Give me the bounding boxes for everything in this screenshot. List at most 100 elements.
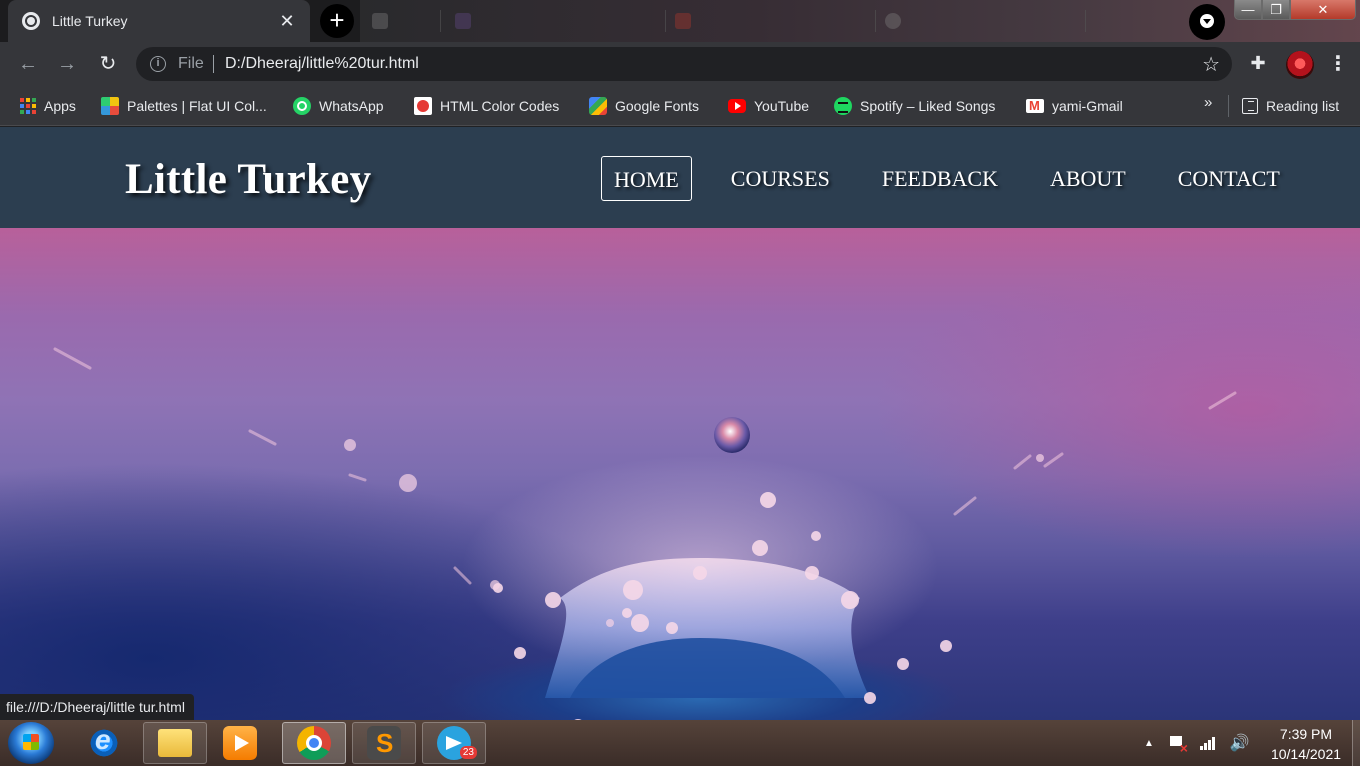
bookmark-label: Palettes | Flat UI Col... (127, 98, 267, 114)
bookmark-label: yami-Gmail (1052, 98, 1123, 114)
close-tab-icon[interactable]: ✕ (278, 11, 296, 32)
bookmark-label: WhatsApp (319, 98, 384, 114)
tab-favicon-icon (372, 13, 388, 29)
active-tab[interactable]: Little Turkey ✕ (8, 0, 310, 42)
media-player-icon (223, 726, 257, 760)
spotify-icon (834, 97, 852, 115)
nav-contact[interactable]: CONTACT (1165, 156, 1293, 201)
action-center-flag-icon[interactable] (1168, 734, 1188, 756)
background-tab[interactable] (455, 8, 471, 34)
profile-avatar[interactable] (1286, 51, 1314, 79)
volume-icon[interactable]: 🔊 (1230, 733, 1250, 753)
site-logo[interactable]: Little Turkey (125, 155, 371, 204)
info-icon[interactable]: i (150, 56, 166, 72)
chrome-icon (297, 726, 331, 760)
url-divider (213, 55, 214, 73)
palettes-icon (101, 97, 119, 115)
reading-list-icon (1242, 98, 1258, 114)
tab-favicon-icon (675, 13, 691, 29)
tab-strip: Little Turkey ✕ + — ❐ ✕ (0, 0, 1360, 42)
bookmark-youtube[interactable]: YouTube (728, 95, 809, 117)
taskbar-sublime-text[interactable] (352, 722, 416, 764)
menu-kebab-icon[interactable]: ⋮ (1328, 52, 1348, 76)
show-desktop-button[interactable] (1352, 720, 1360, 766)
new-tab-button[interactable]: + (320, 4, 354, 38)
site-nav: HOME COURSES FEEDBACK ABOUT CONTACT (601, 156, 1293, 201)
taskbar-file-explorer[interactable] (143, 722, 207, 764)
taskbar-chrome[interactable] (282, 722, 346, 764)
background-tab[interactable] (675, 8, 691, 34)
maximize-button[interactable]: ❐ (1262, 0, 1290, 20)
nav-feedback[interactable]: FEEDBACK (869, 156, 1011, 201)
nav-courses[interactable]: COURSES (718, 156, 843, 201)
bookmark-apps[interactable]: Apps (20, 95, 76, 117)
tab-separator (440, 10, 441, 32)
close-window-button[interactable]: ✕ (1290, 0, 1356, 20)
taskbar-internet-explorer[interactable] (72, 722, 136, 764)
show-hidden-icons-arrow-icon[interactable]: ▲ (1144, 738, 1154, 749)
clock-time: 7:39 PM (1279, 726, 1333, 742)
html-color-codes-icon (414, 97, 432, 115)
internet-explorer-icon (87, 724, 121, 760)
hero-water-splash-image (0, 228, 1360, 720)
tab-separator (875, 10, 876, 32)
globe-icon (22, 12, 40, 30)
tab-title: Little Turkey (52, 13, 128, 29)
chevron-down-icon (1203, 19, 1211, 24)
taskbar-telegram[interactable]: 23 (422, 722, 486, 764)
web-page: Little Turkey HOME COURSES FEEDBACK ABOU… (0, 127, 1360, 720)
bookmark-star-icon[interactable]: ☆ (1202, 52, 1220, 77)
bookmark-html-color-codes[interactable]: HTML Color Codes (414, 95, 559, 117)
taskbar-media-player[interactable] (208, 722, 272, 764)
bookmarks-bar: Apps Palettes | Flat UI Col... WhatsApp … (0, 86, 1360, 126)
tab-favicon-icon (885, 13, 901, 29)
background-tab[interactable] (885, 8, 901, 34)
more-bookmarks-chevron-icon[interactable]: » (1204, 94, 1212, 111)
bookmark-gmail[interactable]: yami-Gmail (1026, 95, 1123, 117)
address-bar[interactable]: i File D:/Dheeraj/little%20tur.html ☆ (136, 47, 1232, 81)
tab-favicon-icon (455, 13, 471, 29)
bookmark-google-fonts[interactable]: Google Fonts (589, 95, 699, 117)
nav-home[interactable]: HOME (601, 156, 692, 201)
google-fonts-icon (589, 97, 607, 115)
site-header: Little Turkey HOME COURSES FEEDBACK ABOU… (0, 127, 1360, 228)
back-arrow-icon[interactable]: ← (16, 52, 40, 76)
bookmark-whatsapp[interactable]: WhatsApp (293, 95, 384, 117)
tab-separator (1085, 10, 1086, 32)
windows-start-button[interactable] (8, 722, 54, 764)
tab-separator (665, 10, 666, 32)
window-controls: — ❐ ✕ (1234, 0, 1360, 22)
nav-about[interactable]: ABOUT (1037, 156, 1139, 201)
bookmark-label: Apps (44, 98, 76, 114)
network-signal-icon[interactable] (1199, 736, 1216, 750)
browser-toolbar: ← → ↻ i File D:/Dheeraj/little%20tur.htm… (0, 42, 1360, 86)
status-bar-link-preview: file:///D:/Dheeraj/little tur.html (0, 694, 194, 720)
youtube-icon (728, 99, 746, 113)
sublime-text-icon (367, 726, 401, 760)
bookmark-palettes[interactable]: Palettes | Flat UI Col... (101, 95, 267, 117)
water-splash-graphic (53, 347, 1237, 720)
reading-list-label: Reading list (1266, 98, 1340, 114)
bookmark-label: Spotify – Liked Songs (860, 98, 996, 114)
reload-icon[interactable]: ↻ (96, 52, 120, 76)
reading-list-button[interactable]: Reading list (1242, 95, 1339, 117)
telegram-unread-badge: 23 (459, 746, 477, 759)
system-tray: ▲ 🔊 (1144, 720, 1250, 766)
extensions-puzzle-icon[interactable]: ✚ (1247, 52, 1269, 74)
bookmark-label: YouTube (754, 98, 810, 114)
whatsapp-icon (293, 97, 311, 115)
taskbar-clock[interactable]: 7:39 PM 10/14/2021 (1264, 724, 1348, 764)
gmail-icon (1026, 98, 1044, 113)
minimize-button[interactable]: — (1234, 0, 1262, 20)
folder-icon (158, 729, 192, 757)
bookmark-label: HTML Color Codes (440, 98, 560, 114)
url-text[interactable]: D:/Dheeraj/little%20tur.html (225, 55, 419, 73)
background-tab[interactable] (372, 8, 388, 34)
tab-search-button[interactable] (1189, 4, 1225, 40)
apps-grid-icon (20, 98, 36, 114)
url-scheme: File (178, 55, 204, 72)
clock-date: 10/14/2021 (1270, 746, 1342, 762)
bookmark-spotify[interactable]: Spotify – Liked Songs (834, 95, 995, 117)
forward-arrow-icon[interactable]: → (55, 52, 79, 76)
bookmark-label: Google Fonts (615, 98, 700, 114)
